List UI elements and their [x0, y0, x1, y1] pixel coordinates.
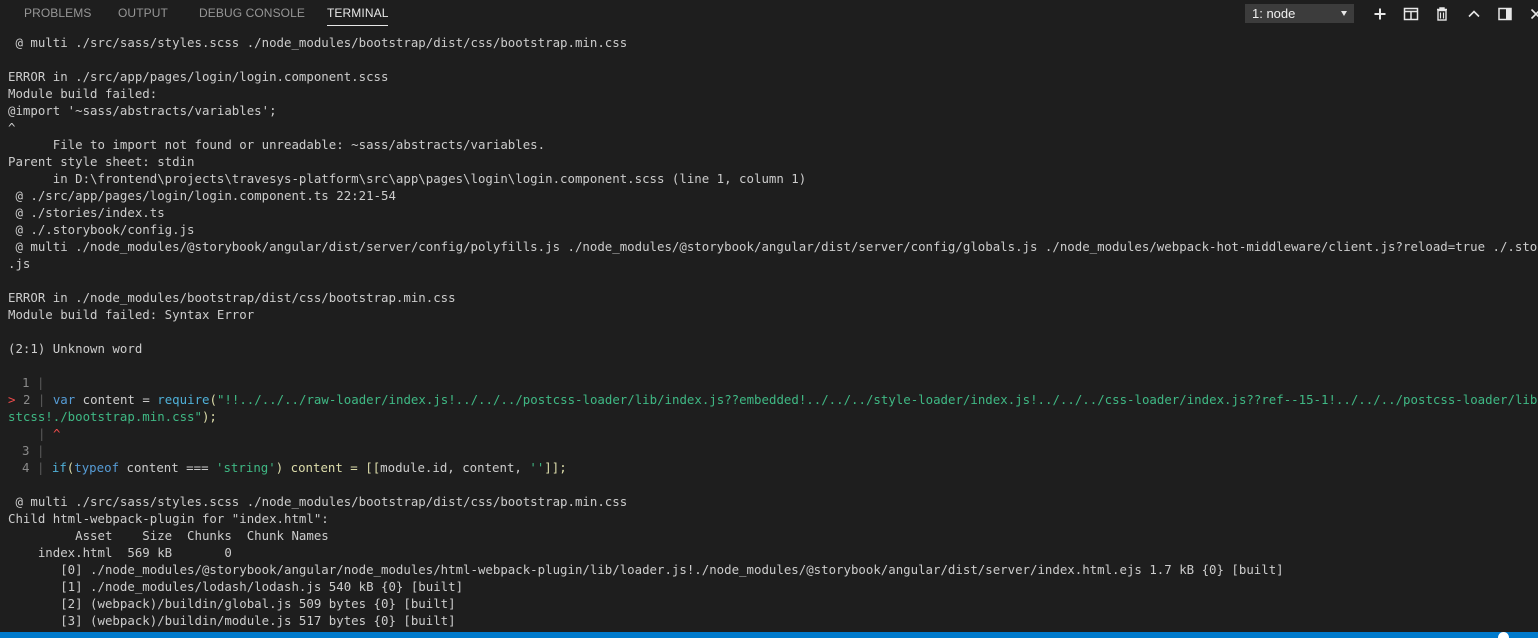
code-text: content ===: [119, 460, 217, 475]
terminal-line: @ multi ./node_modules/@storybook/angula…: [8, 239, 1538, 254]
terminal-line: [0] ./node_modules/@storybook/angular/no…: [8, 562, 1284, 577]
terminal-line: in D:\frontend\projects\travesys-platfor…: [8, 171, 807, 186]
plus-icon[interactable]: [1372, 6, 1388, 22]
code-frame-line: 4 | if(typeof content === 'string') cont…: [22, 459, 567, 476]
line-number: 1: [22, 375, 30, 390]
vscode-panel: PROBLEMS OUTPUT DEBUG CONSOLE TERMINAL 1…: [0, 0, 1538, 638]
code-frame-line: 1 |: [22, 374, 44, 391]
code-string: '': [529, 460, 545, 475]
terminal-line: Module build failed: Syntax Error: [8, 307, 255, 322]
line-number: 3: [22, 443, 30, 458]
gutter-bar: |: [36, 443, 45, 458]
error-caret: ^: [52, 426, 61, 441]
code-text: content =: [75, 392, 158, 407]
terminal-line: [3] (webpack)/buildin/module.js 517 byte…: [8, 613, 456, 628]
line-number: 2: [22, 392, 31, 407]
code-function: require: [157, 392, 210, 407]
code-keyword: if: [51, 460, 67, 475]
code-string: stcss!./bootstrap.min.css": [8, 409, 202, 424]
terminal-select-value: 1: node: [1252, 6, 1296, 21]
tab-terminal[interactable]: TERMINAL: [327, 6, 389, 26]
code-paren: ) content =: [275, 460, 366, 475]
split-terminal-icon[interactable]: [1403, 6, 1419, 22]
code-keyword: var: [52, 392, 76, 407]
terminal-line: @ ./stories/index.ts: [8, 205, 165, 220]
status-bar: [0, 632, 1538, 638]
terminal-line: @ multi ./src/sass/styles.scss ./node_mo…: [8, 35, 628, 50]
active-tab-indicator: [327, 25, 389, 26]
terminal-line: .js: [8, 256, 31, 271]
terminal-line: File to import not found or unreadable: …: [8, 137, 546, 152]
terminal-line: @ ./.storybook/config.js: [8, 222, 195, 237]
code-frame-line: 3 |: [22, 442, 44, 459]
terminal-select[interactable]: 1: node: [1245, 4, 1354, 23]
code-string: 'string': [216, 460, 276, 475]
code-paren: (: [209, 392, 217, 407]
terminal-line: @ ./src/app/pages/login/login.component.…: [8, 188, 396, 203]
maximize-panel-icon[interactable]: [1497, 6, 1513, 22]
terminal-line: @ multi ./src/sass/styles.scss ./node_mo…: [8, 494, 628, 509]
terminal-line: [2] (webpack)/buildin/global.js 509 byte…: [8, 596, 456, 611]
code-frame-line: stcss!./bootstrap.min.css");: [8, 408, 217, 425]
trash-icon[interactable]: [1434, 6, 1450, 22]
code-string: "!!../../../raw-loader/index.js!../../..…: [216, 392, 1538, 407]
error-line-marker: >: [8, 392, 16, 407]
code-frame-line: > 2 | var content = require("!!../../../…: [8, 391, 1538, 408]
tab-terminal-label: TERMINAL: [327, 6, 389, 20]
line-number: 4: [22, 460, 30, 475]
terminal-line: Asset Size Chunks Chunk Names: [8, 528, 329, 543]
chevron-up-icon[interactable]: [1466, 6, 1482, 22]
code-bracket: ]];: [544, 460, 567, 475]
code-keyword: typeof: [74, 460, 120, 475]
terminal-line: Module build failed:: [8, 86, 158, 101]
tab-debug-console[interactable]: DEBUG CONSOLE: [199, 6, 305, 20]
terminal-line: ERROR in ./src/app/pages/login/login.com…: [8, 69, 389, 84]
close-icon[interactable]: [1528, 6, 1538, 22]
panel-header: PROBLEMS OUTPUT DEBUG CONSOLE TERMINAL 1…: [0, 0, 1538, 28]
code-text: module.id, content,: [380, 460, 530, 475]
terminal-line: ^: [8, 120, 16, 135]
terminal-output[interactable]: @ multi ./src/sass/styles.scss ./node_mo…: [0, 28, 1538, 632]
dropdown-arrow-icon: [1341, 11, 1347, 16]
gutter-bar: |: [36, 375, 45, 390]
terminal-line: (2:1) Unknown word: [8, 341, 143, 356]
terminal-line: ERROR in ./node_modules/bootstrap/dist/c…: [8, 290, 456, 305]
terminal-line: @import '~sass/abstracts/variables';: [8, 103, 277, 118]
code-frame-line: | ^: [38, 425, 60, 442]
terminal-line: index.html 569 kB 0: [8, 545, 232, 560]
terminal-line: [1] ./node_modules/lodash/lodash.js 540 …: [8, 579, 464, 594]
gutter-bar: |: [36, 460, 45, 475]
notification-icon[interactable]: [1498, 632, 1509, 638]
terminal-line: Parent style sheet: stdin: [8, 154, 195, 169]
gutter-bar: |: [38, 426, 46, 441]
terminal-line: Child html-webpack-plugin for "index.htm…: [8, 511, 329, 526]
gutter-bar: |: [37, 392, 46, 407]
tab-output[interactable]: OUTPUT: [118, 6, 168, 20]
code-paren: );: [201, 409, 217, 424]
tab-problems[interactable]: PROBLEMS: [24, 6, 92, 20]
code-bracket: [[: [365, 460, 381, 475]
